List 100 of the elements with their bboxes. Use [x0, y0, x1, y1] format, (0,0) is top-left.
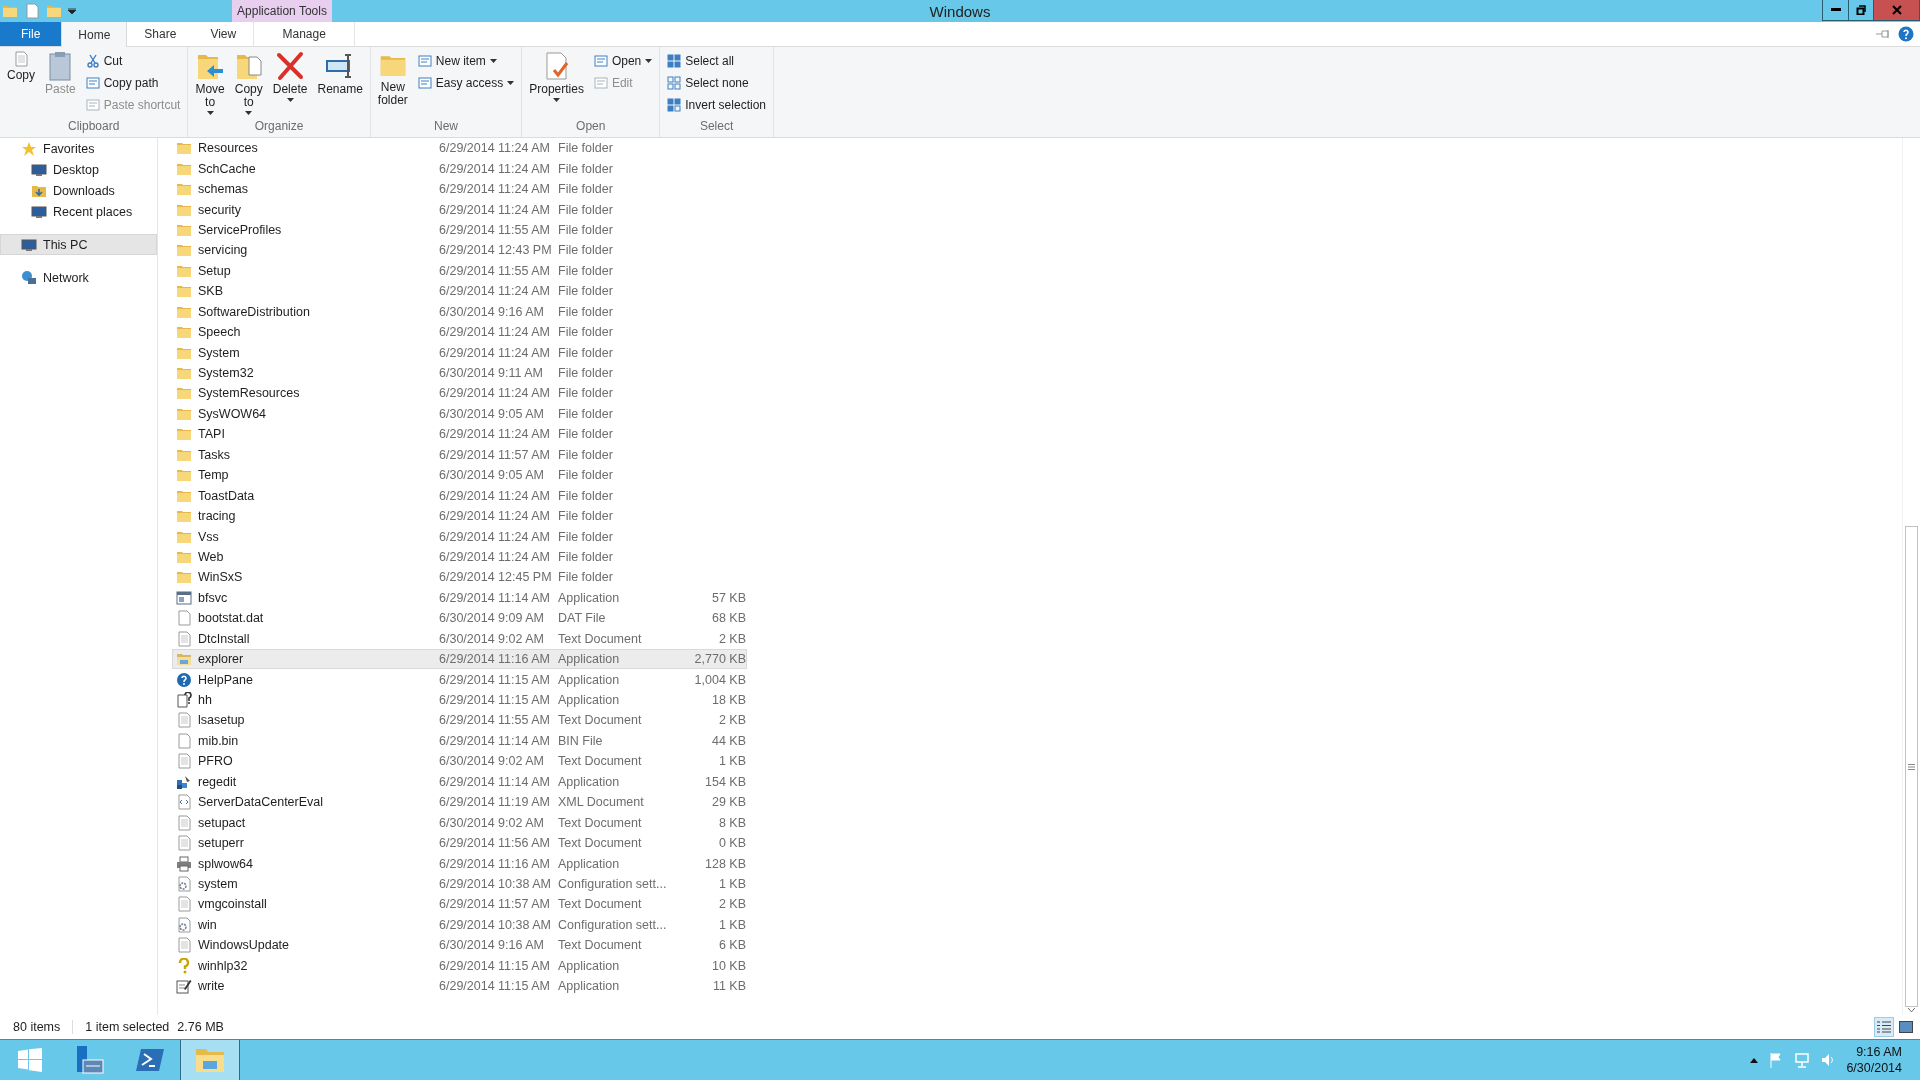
type-cell-text: Application [558, 958, 621, 973]
file-row[interactable]: System32 6/30/2014 9:11 AM File folder [172, 362, 747, 384]
selection-status: 1 item selected [85, 1020, 170, 1034]
details-view-button[interactable] [1874, 1017, 1894, 1037]
ribbon-button[interactable]: New folder [374, 49, 411, 109]
file-row[interactable]: TAPI 6/29/2014 11:24 AM File folder [172, 424, 747, 445]
ribbon-button[interactable]: Open [590, 51, 656, 71]
nav-item[interactable]: Favorites [0, 138, 157, 159]
file-row[interactable]: Setup 6/29/2014 11:55 AM File folder [172, 260, 747, 282]
file-row[interactable]: SoftwareDistribution 6/30/2014 9:16 AM File folder [172, 301, 747, 322]
type-cell-text: File folder [558, 345, 614, 360]
file-row[interactable]: System 6/29/2014 11:24 AM File folder [172, 342, 747, 363]
file-row[interactable]: schemas 6/29/2014 11:24 AM File folder [172, 178, 747, 200]
scrollbar-thumb[interactable] [1905, 526, 1918, 1008]
file-row[interactable]: bootstat.dat 6/30/2014 9:09 AM DAT File 68 KB [172, 608, 747, 629]
folder-icon [176, 283, 192, 300]
ribbon-button[interactable]: Rename [314, 49, 366, 98]
file-name: Speech [198, 325, 242, 340]
clock-time[interactable]: 9:16 AM [1856, 1044, 1902, 1060]
file-row[interactable]: setuperr 6/29/2014 11:56 AM Text Document 0 KB [172, 832, 747, 854]
file-row[interactable]: write 6/29/2014 11:15 AM Application 11 KB [172, 975, 747, 997]
type-cell-text: File folder [558, 366, 614, 381]
file-row[interactable]: PFRO 6/30/2014 9:02 AM Text Document 1 KB [172, 751, 747, 772]
help-icon[interactable] [1898, 26, 1914, 42]
file-row[interactable]: security 6/29/2014 11:24 AM File folder [172, 199, 747, 220]
file-row[interactable]: lsasetup 6/29/2014 11:55 AM Text Document 2 KB [172, 710, 747, 731]
file-row[interactable]: Web 6/29/2014 11:24 AM File folder [172, 546, 747, 568]
type-cell-text: Application [558, 672, 621, 687]
file-row[interactable]: explorer 6/29/2014 11:16 AM Application 2,770 KB [172, 648, 747, 670]
close-button[interactable] [1874, 0, 1920, 20]
folder-icon [176, 508, 192, 525]
type-cell-text: Application [558, 774, 621, 789]
file-row[interactable]: ToastData 6/29/2014 11:24 AM File folder [172, 485, 747, 506]
ribbon-button[interactable]: Copy path [82, 73, 184, 93]
file-row[interactable]: bfsvc 6/29/2014 11:14 AM Application 57 KB [172, 587, 747, 609]
file-row[interactable]: Tasks 6/29/2014 11:57 AM File folder [172, 444, 747, 465]
ribbon-button[interactable]: Select all [664, 51, 769, 71]
ribbon-button[interactable]: Copy [4, 49, 38, 84]
file-name: hh [198, 693, 213, 708]
file-row[interactable]: Temp 6/30/2014 9:05 AM File folder [172, 465, 747, 486]
ribbon-tab[interactable]: File [0, 22, 62, 46]
file-name: explorer [198, 652, 245, 667]
ribbon-button[interactable]: Properties [526, 49, 587, 104]
file-name: Vss [198, 529, 220, 544]
file-row[interactable]: Vss 6/29/2014 11:24 AM File folder [172, 526, 747, 547]
file-row[interactable]: hh 6/29/2014 11:15 AM Application 18 KB [172, 689, 747, 711]
clock-date[interactable]: 6/30/2014 [1846, 1060, 1902, 1076]
nav-item[interactable]: Recent places [0, 201, 157, 222]
ribbon-button[interactable]: Move to [192, 49, 228, 117]
nav-item[interactable]: Network [0, 267, 157, 288]
text-file-icon [176, 937, 192, 954]
date-cell-text: 6/29/2014 11:24 AM [439, 202, 551, 217]
file-row[interactable]: ServerDataCenterEval 6/29/2014 11:19 AM XML Document 29 KB [172, 792, 747, 813]
file-row[interactable]: system 6/29/2014 10:38 AM Configuration sett... 1 KB [172, 873, 747, 895]
file-row[interactable]: mib.bin 6/29/2014 11:14 AM BIN File 44 KB [172, 730, 747, 752]
ribbon-button[interactable]: Cut [82, 51, 184, 71]
file-row[interactable]: vmgcoinstall 6/29/2014 11:57 AM Text Document 2 KB [172, 894, 747, 915]
file-row[interactable]: HelpPane 6/29/2014 11:15 AM Application 1,004 KB [172, 669, 747, 690]
file-row[interactable]: SKB 6/29/2014 11:24 AM File folder [172, 281, 747, 302]
date-cell-text: 6/29/2014 11:56 AM [439, 836, 551, 851]
file-row[interactable]: win 6/29/2014 10:38 AM Configuration sett... 1 KB [172, 914, 747, 936]
file-row[interactable]: regedit 6/29/2014 11:14 AM Application 154 KB [172, 771, 747, 792]
ribbon-tab[interactable]: Home [61, 22, 128, 47]
file-name: splwow64 [198, 856, 254, 871]
taskbar-button[interactable] [180, 1040, 240, 1080]
file-row[interactable]: SchCache 6/29/2014 11:24 AM File folder [172, 158, 747, 179]
star-icon [21, 140, 37, 157]
file-name: tracing [198, 509, 237, 524]
file-row[interactable]: Speech 6/29/2014 11:24 AM File folder [172, 321, 747, 343]
folder-icon [176, 181, 192, 198]
ribbon-button[interactable]: New item [414, 51, 518, 71]
ribbon-button[interactable]: Delete [269, 49, 311, 104]
ribbon-button[interactable]: Select none [664, 73, 769, 93]
file-row[interactable]: setupact 6/30/2014 9:02 AM Text Document 8 KB [172, 812, 747, 833]
file-row[interactable]: splwow64 6/29/2014 11:16 AM Application 128 KB [172, 853, 747, 874]
ribbon-button[interactable]: Copy to [231, 49, 266, 117]
nav-item[interactable]: Desktop [0, 159, 157, 180]
file-row[interactable]: SysWOW64 6/30/2014 9:05 AM File folder [172, 403, 747, 425]
file-name: ToastData [198, 488, 256, 503]
file-row[interactable]: WindowsUpdate 6/30/2014 9:16 AM Text Document 6 KB [172, 935, 747, 956]
type-cell-text: File folder [558, 549, 614, 564]
file-row[interactable]: Resources 6/29/2014 11:24 AM File folder [172, 138, 747, 159]
file-row[interactable]: servicing 6/29/2014 12:43 PM File folder [172, 240, 747, 261]
file-row[interactable]: winhlp32 6/29/2014 11:15 AM Application 10 KB [172, 955, 747, 976]
customize-caret-icon[interactable] [68, 8, 76, 14]
file-row[interactable]: SystemResources 6/29/2014 11:24 AM File folder [172, 383, 747, 404]
file-row[interactable]: ServiceProfiles 6/29/2014 11:55 AM File folder [172, 219, 747, 241]
file-row[interactable]: WinSxS 6/29/2014 12:45 PM File folder [172, 567, 747, 588]
type-cell-text: Application [558, 979, 621, 994]
ribbon-button[interactable]: Easy access [414, 73, 518, 93]
date-cell-text: 6/29/2014 12:43 PM [439, 243, 553, 258]
tray-arrow-icon[interactable] [1750, 1057, 1759, 1063]
scroll-down-icon[interactable] [1907, 1007, 1916, 1013]
file-row[interactable]: DtcInstall 6/30/2014 9:02 AM Text Document 2 KB [172, 628, 747, 649]
ribbon-button[interactable]: Invert selection [664, 95, 769, 115]
nav-item[interactable]: Downloads [0, 180, 157, 201]
minimize-icon [1830, 8, 1841, 12]
nav-item[interactable]: This PC [0, 234, 157, 255]
file-row[interactable]: tracing 6/29/2014 11:24 AM File folder [172, 505, 747, 527]
type-cell-text: Text Document [558, 836, 643, 851]
